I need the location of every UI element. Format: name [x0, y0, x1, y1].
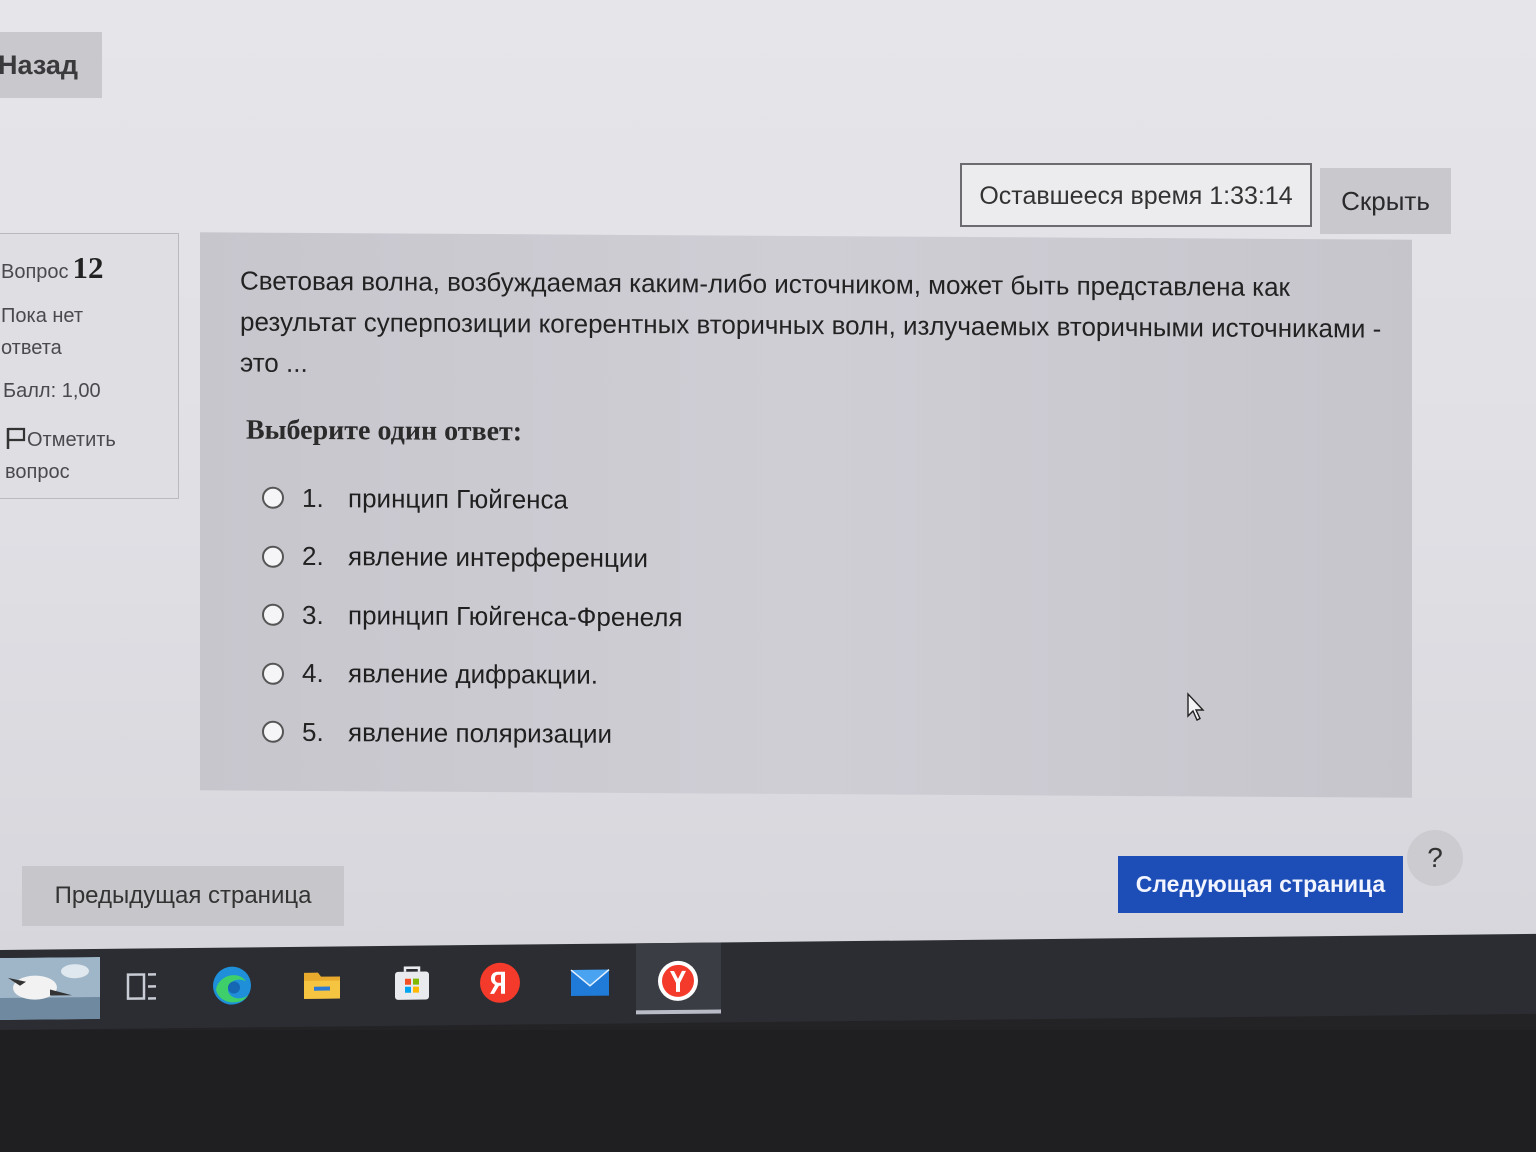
answer-label: явление интерференции — [348, 541, 648, 574]
question-text: Световая волна, возбуждаемая каким-либо … — [240, 265, 1382, 378]
answer-number: 3. — [302, 599, 324, 630]
yandex-browser-icon[interactable] — [656, 959, 700, 1003]
task-view-icon[interactable] — [120, 964, 164, 1008]
answer-option-5[interactable]: 5. явление поляризации — [262, 703, 962, 766]
file-explorer-icon[interactable] — [300, 962, 344, 1006]
radio-button[interactable] — [262, 603, 284, 627]
answer-number: 5. — [302, 716, 324, 747]
answer-label: принцип Гюйгенса-Френеля — [348, 599, 683, 632]
active-app-indicator — [636, 1009, 721, 1015]
radio-button[interactable] — [262, 720, 284, 744]
answer-option-4[interactable]: 4. явление дифракции. — [262, 644, 962, 707]
radio-button[interactable] — [262, 486, 284, 510]
question-info-panel: Вопрос 12 Пока нет ответа Балл: 1,00 Отме… — [0, 233, 179, 499]
mouse-cursor-icon — [1187, 692, 1205, 721]
remaining-time: Оставшееся время 1:33:14 — [960, 163, 1312, 227]
microsoft-store-icon[interactable] — [390, 961, 434, 1005]
back-button[interactable]: Назад — [0, 32, 102, 98]
next-page-button[interactable]: Следующая страница — [1118, 856, 1403, 913]
windows-taskbar — [0, 933, 1536, 1030]
browser-viewport: Назад Оставшееся время 1:33:14 Скрыть Во… — [0, 0, 1536, 960]
question-number: Вопрос 12 — [1, 250, 104, 286]
answer-option-2[interactable]: 2. явление интерференции — [262, 527, 962, 590]
edge-browser-icon[interactable] — [210, 963, 254, 1007]
hide-timer-button[interactable]: Скрыть — [1320, 168, 1451, 234]
question-number-value: 12 — [72, 250, 104, 285]
answer-option-1[interactable]: 1. принцип Гюйгенса — [262, 469, 962, 532]
answer-label: явление дифракции. — [348, 658, 599, 690]
mail-icon[interactable] — [568, 960, 612, 1004]
radio-button[interactable] — [262, 545, 284, 568]
previous-page-button[interactable]: Предыдущая страница — [22, 866, 344, 926]
monitor-bezel — [0, 1030, 1536, 1152]
yandex-icon[interactable] — [478, 961, 522, 1005]
help-button[interactable]: ? — [1407, 830, 1463, 886]
flag-icon — [6, 427, 26, 449]
answer-prompt: Выберите один ответ: — [246, 414, 523, 448]
answer-number: 4. — [302, 658, 324, 689]
answer-label: явление поляризации — [348, 716, 613, 749]
answer-label: принцип Гюйгенса — [348, 482, 568, 515]
answer-number: 1. — [302, 482, 324, 513]
radio-button[interactable] — [262, 662, 284, 685]
question-panel: Световая волна, возбуждаемая каким-либо … — [200, 232, 1412, 798]
answer-option-3[interactable]: 3. принцип Гюйгенса-Френеля — [262, 586, 962, 649]
answer-list: 1. принцип Гюйгенса 2. явление интерфере… — [262, 469, 962, 766]
answer-status: Пока нет ответа — [1, 305, 84, 359]
answer-number: 2. — [302, 541, 324, 572]
desktop-thumbnail-icon[interactable] — [0, 956, 100, 1020]
question-score: Балл: 1,00 — [3, 380, 101, 402]
question-label: Вопрос — [1, 261, 69, 283]
flag-question-button[interactable]: Отметить вопрос — [5, 424, 155, 488]
